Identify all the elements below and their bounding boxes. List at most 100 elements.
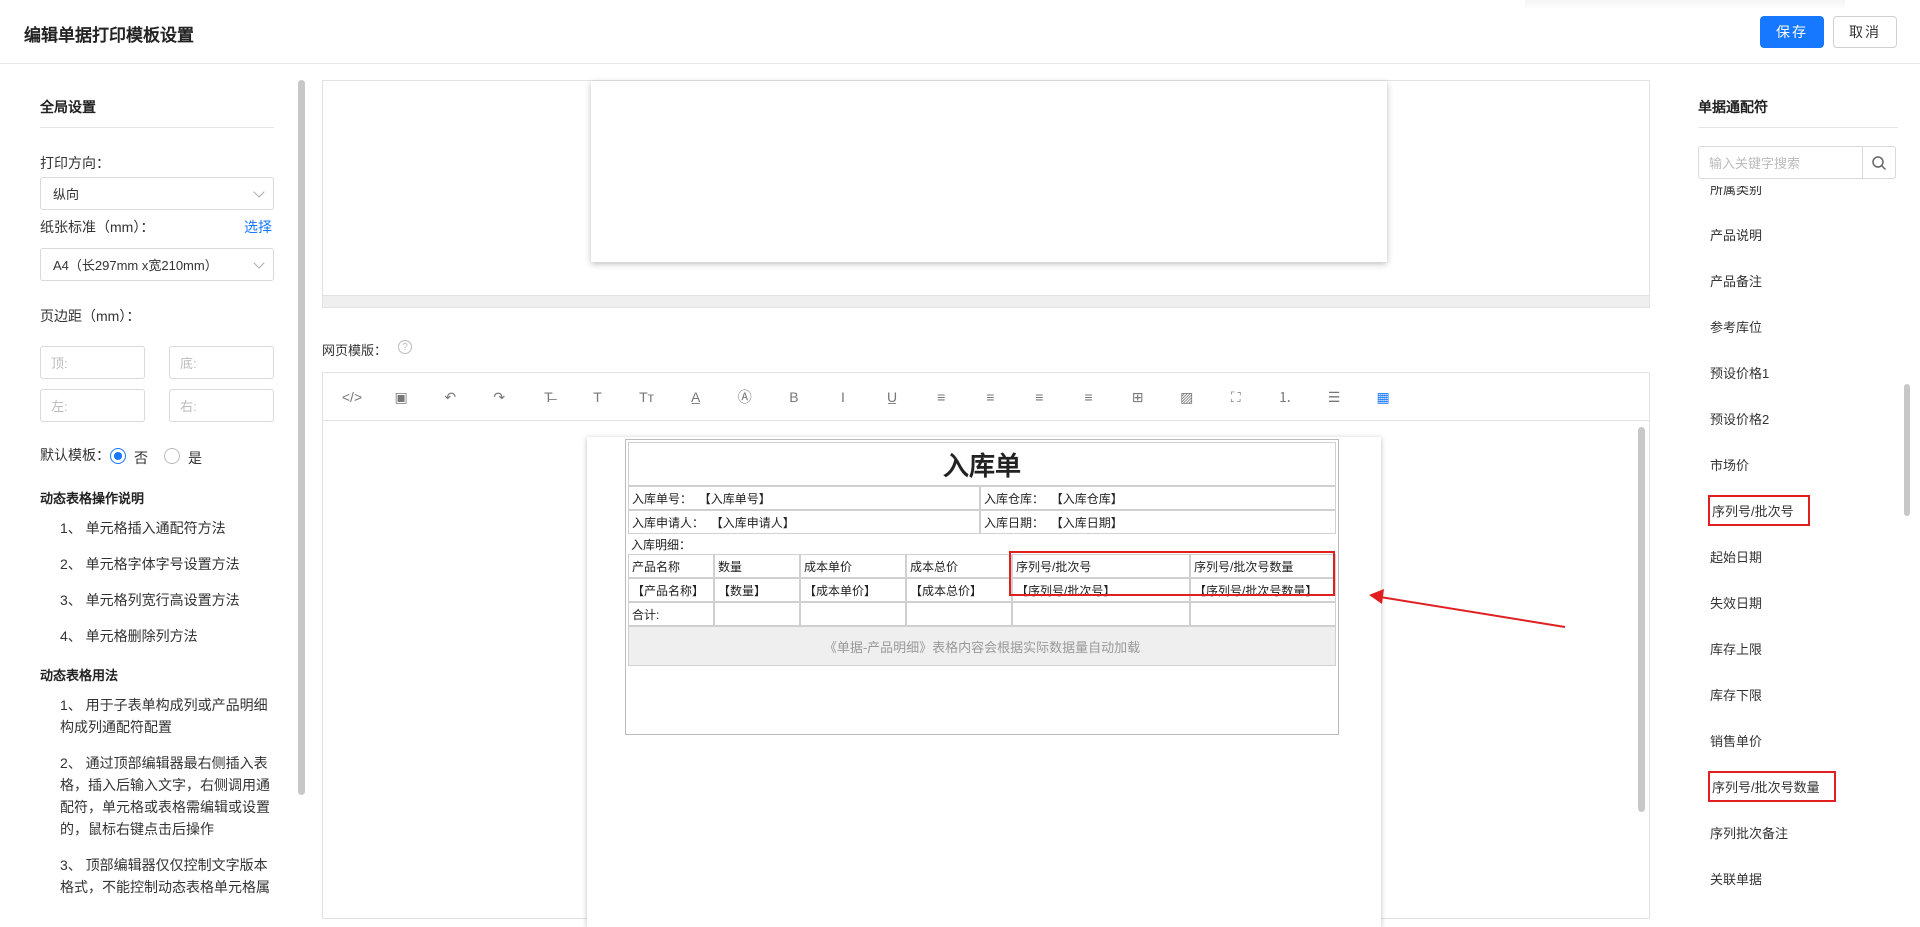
editor-page[interactable]: 入库单 入库单号： 【入库单号】 入库仓库： 【入库仓库】 入库申请人： 【入库… xyxy=(587,437,1381,927)
insert-table-icon[interactable]: ▦ xyxy=(1372,387,1394,407)
receipt-no-cell[interactable]: 入库单号： 【入库单号】 xyxy=(628,486,980,510)
data-cell[interactable]: 【成本单价】 xyxy=(800,578,906,602)
receipt-no-label: 入库单号： xyxy=(632,491,693,506)
redo-icon[interactable]: ↷ xyxy=(488,387,510,407)
header-cell[interactable]: 产品名称 xyxy=(628,554,714,578)
wildcard-item[interactable]: 产品说明 xyxy=(1710,225,1762,244)
warehouse-label: 入库仓库： xyxy=(984,491,1045,506)
wildcard-item[interactable]: 预设价格2 xyxy=(1710,409,1769,428)
font-size-icon[interactable]: Tт xyxy=(636,387,658,407)
header-cell[interactable]: 成本单价 xyxy=(800,554,906,578)
strikethrough-icon[interactable]: T̶ xyxy=(537,387,559,407)
unordered-list-icon[interactable]: ☰ xyxy=(1323,387,1345,407)
total-label[interactable]: 合计: xyxy=(628,602,714,626)
total-cell[interactable] xyxy=(800,602,906,626)
wildcard-item[interactable]: 销售单价 xyxy=(1710,731,1762,750)
warehouse-cell[interactable]: 入库仓库： 【入库仓库】 xyxy=(980,486,1336,510)
applicant-value: 【入库申请人】 xyxy=(710,515,795,530)
undo-icon[interactable]: ↶ xyxy=(439,387,461,407)
template-icon[interactable]: ▣ xyxy=(390,387,412,407)
ops-item[interactable]: 1、 单元格插入通配符方法 xyxy=(60,517,272,539)
background-color-icon[interactable]: Ⓐ xyxy=(734,387,756,407)
italic-icon[interactable]: I xyxy=(832,387,854,407)
save-button[interactable]: 保存 xyxy=(1760,16,1824,48)
margin-left-input[interactable]: 左: xyxy=(40,389,145,422)
auto-load-notice: 《单据-产品明细》表格内容会根据实际数据量自动加载 xyxy=(628,626,1336,666)
wildcard-item[interactable]: 库存下限 xyxy=(1710,685,1762,704)
wildcard-scrollbar[interactable] xyxy=(1904,384,1910,516)
wildcard-item[interactable]: 序列号/批次号数量 xyxy=(1708,771,1836,802)
fullscreen-icon[interactable]: ⛶ xyxy=(1225,387,1247,407)
table-icon[interactable]: ⊞ xyxy=(1127,387,1149,407)
search-icon xyxy=(1872,155,1887,170)
align-center-icon[interactable]: ≡ xyxy=(979,387,1001,407)
preview-paper xyxy=(591,81,1387,262)
ordered-list-icon[interactable]: ⒈ xyxy=(1274,387,1296,407)
data-cell[interactable]: 【成本总价】 xyxy=(906,578,1012,602)
ops-item[interactable]: 2、 单元格字体字号设置方法 xyxy=(60,553,272,575)
default-yes-label: 是 xyxy=(188,450,202,466)
wildcard-item[interactable]: 起始日期 xyxy=(1710,547,1762,566)
web-template-label: 网页模版： xyxy=(322,343,388,358)
global-settings-title: 全局设置 xyxy=(40,99,96,115)
wildcard-panel: 单据通配符 输入关键字搜索 所属类别 产品说明 产品备注 参考库位 预设价格1 预设价格2… xyxy=(1680,64,1920,919)
ops-item[interactable]: 4、 单元格删除列方法 xyxy=(60,625,272,647)
default-yes-radio[interactable] xyxy=(164,448,180,464)
divider xyxy=(40,127,274,128)
divider xyxy=(1698,127,1898,128)
serial-columns-highlight xyxy=(1009,551,1335,596)
align-right-icon[interactable]: ≡ xyxy=(1028,387,1050,407)
bold-icon[interactable]: B xyxy=(783,387,805,407)
justify-icon[interactable]: ≡ xyxy=(1078,387,1100,407)
text-icon[interactable]: T xyxy=(587,387,609,407)
wildcard-item[interactable]: 所属类别 xyxy=(1710,186,1762,198)
orientation-select[interactable]: 纵向 xyxy=(40,177,274,210)
default-no-radio[interactable] xyxy=(110,448,126,464)
wildcard-item[interactable]: 序列批次备注 xyxy=(1710,823,1788,842)
usage-item: 3、 顶部编辑器仅仅控制文字版本格式，不能控制动态表格单元格属 xyxy=(60,857,270,895)
editor-scrollbar[interactable] xyxy=(1638,427,1645,812)
header-cell[interactable]: 数量 xyxy=(714,554,800,578)
wildcard-item[interactable]: 库存上限 xyxy=(1710,639,1762,658)
data-cell[interactable]: 【产品名称】 xyxy=(628,578,714,602)
template-editor-area: 网页模版： ? </> ▣ ↶ ↷ T̶ T Tт A̲ Ⓐ B I U̲ ≡ ≡ ≡ ≡ ⊞ ▨ ⛶ ⒈ ☰ ▦ 入库单… xyxy=(320,64,1650,927)
underline-icon[interactable]: U̲ xyxy=(881,387,903,407)
paper-select-link[interactable]: 选择 xyxy=(244,217,272,237)
wildcard-item[interactable]: 产品备注 xyxy=(1710,271,1762,290)
wildcard-item[interactable]: 关联单据 xyxy=(1710,869,1762,888)
total-cell[interactable] xyxy=(1012,602,1190,626)
date-value: 【入库日期】 xyxy=(1050,515,1123,530)
paper-select[interactable]: A4（长297mm x宽210mm） xyxy=(40,248,274,281)
date-cell[interactable]: 入库日期： 【入库日期】 xyxy=(980,510,1336,534)
total-cell[interactable] xyxy=(906,602,1012,626)
receipt-document: 入库单 入库单号： 【入库单号】 入库仓库： 【入库仓库】 入库申请人： 【入库… xyxy=(625,439,1339,735)
margin-bottom-input[interactable]: 底: xyxy=(169,346,274,379)
image-icon[interactable]: ▨ xyxy=(1176,387,1198,407)
header-cell[interactable]: 成本总价 xyxy=(906,554,1012,578)
wildcard-item[interactable]: 预设价格1 xyxy=(1710,363,1769,382)
total-cell[interactable] xyxy=(714,602,800,626)
wildcard-item[interactable]: 失效日期 xyxy=(1710,593,1762,612)
default-no-label: 否 xyxy=(134,450,148,466)
align-left-icon[interactable]: ≡ xyxy=(930,387,952,407)
search-button[interactable] xyxy=(1862,146,1896,179)
default-template-label: 默认模板： xyxy=(40,447,110,463)
code-icon[interactable]: </> xyxy=(341,387,363,407)
cancel-button[interactable]: 取消 xyxy=(1833,16,1897,48)
chevron-down-icon xyxy=(253,186,265,198)
wildcard-item[interactable]: 序列号/批次号 xyxy=(1708,495,1810,526)
print-preview xyxy=(322,80,1650,308)
data-cell[interactable]: 【数量】 xyxy=(714,578,800,602)
document-title[interactable]: 入库单 xyxy=(628,442,1336,486)
left-scrollbar[interactable] xyxy=(298,80,305,795)
wildcard-item[interactable]: 参考库位 xyxy=(1710,317,1762,336)
wildcard-item[interactable]: 市场价 xyxy=(1710,455,1749,474)
applicant-cell[interactable]: 入库申请人： 【入库申请人】 xyxy=(628,510,980,534)
ops-item[interactable]: 3、 单元格列宽行高设置方法 xyxy=(60,589,272,611)
margin-top-input[interactable]: 顶: xyxy=(40,346,145,379)
total-cell[interactable] xyxy=(1190,602,1336,626)
help-icon[interactable]: ? xyxy=(398,340,412,354)
font-color-icon[interactable]: A̲ xyxy=(685,387,707,407)
preview-horizontal-scrollbar[interactable] xyxy=(323,295,1649,307)
margin-right-input[interactable]: 右: xyxy=(169,389,274,422)
